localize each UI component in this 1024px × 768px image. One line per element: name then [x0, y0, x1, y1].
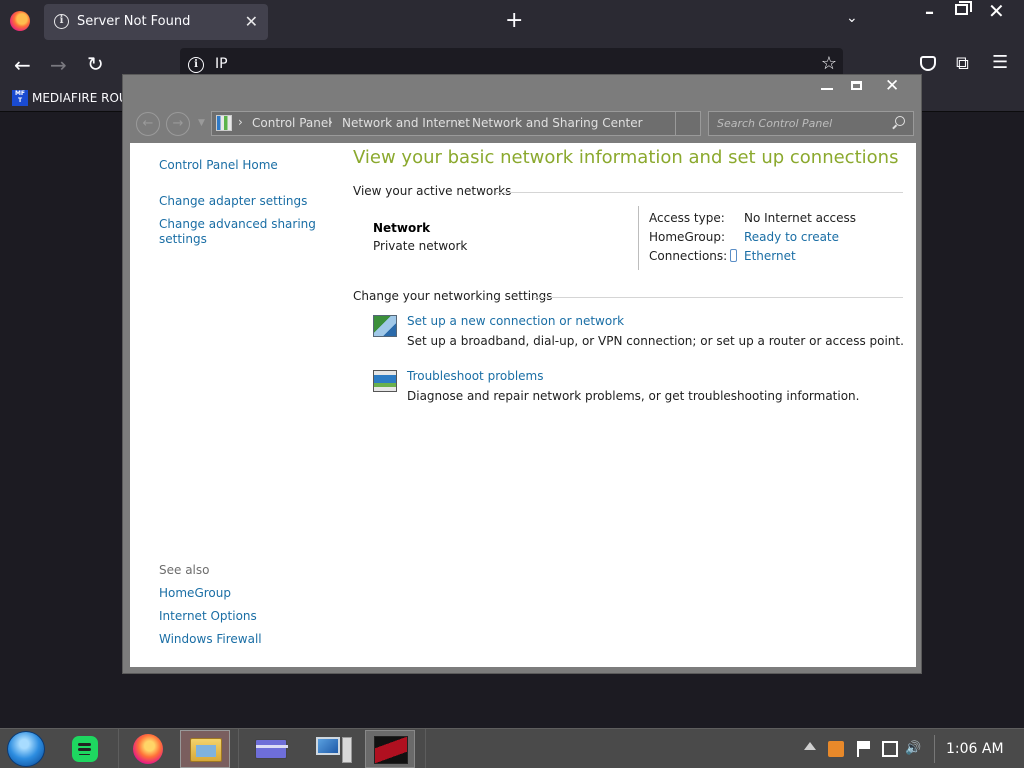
address-dropdown-button[interactable]	[675, 111, 701, 136]
troubleshoot-problems-link[interactable]: Troubleshoot problems	[407, 369, 543, 383]
volume-icon[interactable]: 🔊	[905, 741, 921, 757]
breadcrumb-separator-icon[interactable]: ›	[457, 115, 462, 129]
breadcrumb-network-and-sharing-center[interactable]: Network and Sharing Center	[472, 116, 643, 130]
cp-close-icon[interactable]: ✕	[885, 76, 899, 96]
cp-content: Control Panel Home Change adapter settin…	[130, 143, 916, 667]
game-icon	[374, 736, 408, 764]
control-panel-window: ✕ ← → ▼ › Control Panel › Network and In…	[122, 74, 922, 674]
sidebar-change-advanced-sharing[interactable]: Change advanced sharing settings	[159, 217, 319, 247]
ethernet-icon	[730, 249, 737, 262]
action-center-flag-icon[interactable]	[857, 741, 873, 757]
bookmark-mediafire[interactable]: MEDIAFIRE ROUL	[32, 91, 134, 105]
computer-icon	[316, 737, 352, 763]
network-type: Private network	[373, 239, 468, 253]
list-tabs-chevron-down-icon[interactable]: ⌄	[846, 10, 858, 26]
cp-minimize-icon[interactable]	[821, 81, 833, 90]
back-arrow-icon[interactable]: ←	[14, 53, 31, 77]
info-icon: i	[54, 14, 69, 29]
network-name: Network	[373, 221, 431, 235]
cp-back-icon[interactable]: ←	[136, 112, 160, 136]
homegroup-label: HomeGroup:	[649, 230, 726, 244]
taskbar-spotify[interactable]	[58, 730, 108, 768]
screen: i Server Not Found ✕ + ⌄ – ✕ ← → ↻ i IP …	[0, 0, 1024, 768]
change-settings-heading: Change your networking settings	[353, 289, 553, 303]
new-connection-icon	[373, 315, 397, 337]
start-button[interactable]	[7, 731, 45, 767]
pocket-icon[interactable]	[920, 56, 936, 71]
taskbar-clock[interactable]: 1:06 AM	[946, 741, 1004, 757]
url-text[interactable]: IP	[215, 56, 228, 72]
cp-maximize-icon[interactable]	[851, 81, 862, 90]
divider	[534, 297, 903, 298]
breadcrumb-network-and-internet[interactable]: Network and Internet	[342, 116, 470, 130]
site-info-icon[interactable]: i	[188, 57, 204, 73]
firefox-logo-icon[interactable]	[10, 11, 30, 31]
taskbar-card-app[interactable]	[245, 730, 295, 768]
network-tray-icon[interactable]	[882, 741, 898, 757]
bookmark-star-icon[interactable]: ☆	[821, 53, 837, 74]
cp-address-bar[interactable]: › Control Panel › Network and Internet ›…	[211, 111, 701, 136]
extensions-puzzle-icon[interactable]: ⧉	[956, 53, 969, 74]
access-type-label: Access type:	[649, 211, 725, 225]
sidebar-control-panel-home[interactable]: Control Panel Home	[159, 158, 278, 173]
card-icon	[255, 739, 288, 759]
see-also-homegroup[interactable]: HomeGroup	[159, 586, 231, 601]
firefox-icon	[133, 734, 163, 764]
divider	[934, 735, 935, 763]
window-restore-icon[interactable]	[955, 1, 972, 15]
setup-new-connection-link[interactable]: Set up a new connection or network	[407, 314, 624, 328]
search-icon[interactable]	[895, 116, 905, 126]
window-close-icon[interactable]: ✕	[988, 0, 1005, 23]
mediafire-favicon-icon: MF T	[12, 90, 28, 106]
cp-forward-icon[interactable]: →	[166, 112, 190, 136]
setup-new-connection-description: Set up a broadband, dial-up, or VPN conn…	[407, 334, 904, 348]
reload-icon[interactable]: ↻	[87, 52, 104, 76]
breadcrumb-control-panel[interactable]: Control Panel	[252, 116, 332, 130]
active-networks-heading: View your active networks	[353, 184, 512, 198]
cp-search-input[interactable]: Search Control Panel	[708, 111, 914, 136]
taskbar-firefox[interactable]	[122, 730, 172, 768]
tray-warning-icon[interactable]	[828, 741, 844, 757]
divider	[118, 729, 119, 768]
show-hidden-icons-chevron-up-icon[interactable]	[804, 742, 816, 750]
sidebar-change-adapter-settings[interactable]: Change adapter settings	[159, 194, 307, 209]
browser-tab[interactable]: i Server Not Found ✕	[44, 4, 268, 40]
divider	[638, 206, 639, 270]
new-tab-plus-icon[interactable]: +	[505, 8, 523, 33]
connections-label: Connections:	[649, 249, 728, 263]
spotify-icon	[72, 736, 98, 762]
control-panel-icon	[216, 115, 232, 131]
see-also-label: See also	[159, 563, 210, 577]
taskbar-game[interactable]	[365, 730, 415, 768]
see-also-internet-options[interactable]: Internet Options	[159, 609, 257, 624]
folder-icon	[190, 738, 222, 762]
hamburger-menu-icon[interactable]: ☰	[992, 52, 1008, 73]
recent-pages-chevron-down-icon[interactable]: ▼	[198, 118, 205, 128]
tab-title: Server Not Found	[77, 14, 191, 29]
taskbar-file-explorer[interactable]	[180, 730, 230, 768]
ethernet-link[interactable]: Ethernet	[744, 249, 796, 263]
divider	[496, 192, 903, 193]
tab-close-icon[interactable]: ✕	[245, 12, 258, 31]
divider	[425, 729, 426, 768]
taskbar: 🔊 1:06 AM	[0, 728, 1024, 768]
see-also-windows-firewall[interactable]: Windows Firewall	[159, 632, 262, 647]
troubleshoot-icon	[373, 370, 397, 392]
troubleshoot-problems-description: Diagnose and repair network problems, or…	[407, 389, 860, 403]
breadcrumb-separator-icon[interactable]: ›	[238, 115, 243, 129]
window-minimize-icon[interactable]: –	[925, 2, 934, 23]
access-type-value: No Internet access	[744, 211, 857, 225]
taskbar-computer[interactable]	[306, 730, 356, 768]
search-placeholder: Search Control Panel	[717, 117, 833, 130]
breadcrumb-separator-icon[interactable]: ›	[328, 115, 333, 129]
page-title: View your basic network information and …	[353, 147, 899, 168]
divider	[238, 729, 239, 768]
forward-arrow-icon[interactable]: →	[50, 53, 67, 77]
browser-tab-bar: i Server Not Found ✕ + ⌄ – ✕	[0, 0, 1024, 44]
homegroup-ready-link[interactable]: Ready to create	[744, 230, 839, 244]
